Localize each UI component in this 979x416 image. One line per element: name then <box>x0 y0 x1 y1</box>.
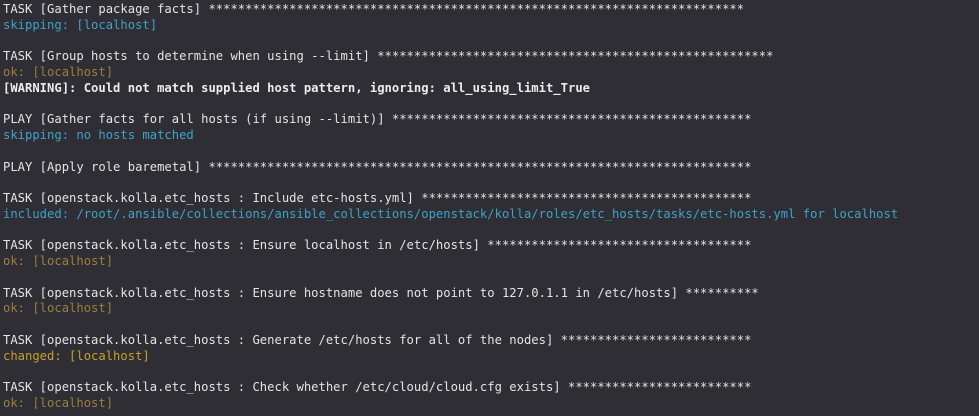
task-header-line: TASK [openstack.kolla.etc_hosts : Ensure… <box>3 285 759 300</box>
task-header-line: TASK [openstack.kolla.etc_hosts : Includ… <box>3 191 752 205</box>
task-result-line: skipping: no hosts matched <box>3 128 194 142</box>
task-result-line: ok: [localhost] <box>3 395 114 410</box>
task-result-line: skipping: [localhost] <box>3 17 158 32</box>
task-result-line: ok: [localhost] <box>3 301 114 316</box>
task-header-line: TASK [openstack.kolla.etc_hosts : Ensure… <box>3 238 752 253</box>
warning-line: [WARNING]: Could not match supplied host… <box>3 80 590 95</box>
task-header-line: TASK [openstack.kolla.etc_hosts : Genera… <box>3 332 752 347</box>
play-header-line: PLAY [Gather facts for all hosts (if usi… <box>3 112 752 127</box>
task-header-line: TASK [Group hosts to determine when usin… <box>3 49 774 64</box>
task-header-line: TASK [Gather package facts] ************… <box>3 2 745 16</box>
play-header-line: PLAY [Apply role baremetal] ************… <box>3 159 752 174</box>
task-result-line: changed: [localhost] <box>3 348 150 363</box>
task-header-line: TASK [openstack.kolla.etc_hosts : Check … <box>3 380 752 394</box>
terminal-output[interactable]: TASK [Gather package facts] ************… <box>0 0 979 416</box>
task-result-line: included: /root/.ansible/collections/ans… <box>3 206 899 221</box>
task-result-line: ok: [localhost] <box>3 254 114 268</box>
task-result-line: ok: [localhost] <box>3 65 114 79</box>
